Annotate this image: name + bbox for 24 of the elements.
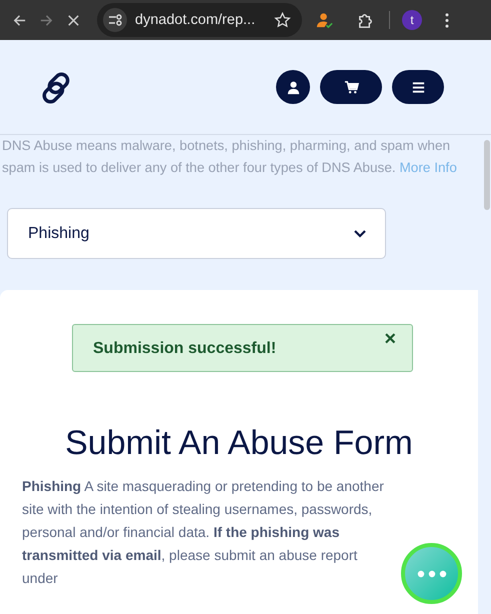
- scrollbar-thumb[interactable]: [484, 140, 490, 210]
- account-button[interactable]: [276, 70, 310, 104]
- close-button[interactable]: ×: [384, 329, 396, 349]
- user-icon: [286, 80, 300, 94]
- menu-button[interactable]: [392, 70, 444, 104]
- chevron-down-icon: [353, 228, 367, 238]
- description-paragraph: Phishing A site masquerading or pretending to be another site with the intention of stealing usernames, passwords, personal and/or financial data. If the phishing was transmitted via email, please submit an abuse report under: [22, 477, 385, 588]
- more-options-icon[interactable]: [445, 12, 449, 28]
- site-settings-icon[interactable]: [103, 8, 127, 32]
- abuse-type-dropdown[interactable]: Phishing: [7, 208, 386, 259]
- form-title: Submit An Abuse Form: [64, 424, 414, 463]
- intro-paragraph: DNS Abuse means malware, botnets, phishing, pharming, and spam when spam is used to deliver any of the other four types of DNS Abuse. More Info: [1, 137, 458, 177]
- url-text: dynadot.com/rep...: [135, 12, 256, 28]
- cart-button[interactable]: [320, 70, 382, 104]
- bookmark-star-icon[interactable]: [273, 10, 292, 30]
- menu-icon: [410, 80, 426, 94]
- cart-icon: [344, 80, 358, 94]
- profile-avatar[interactable]: t: [402, 10, 422, 30]
- stop-loading-icon[interactable]: [66, 12, 81, 28]
- ellipsis-icon: [416, 570, 446, 578]
- alert-message: Submission successful!: [93, 340, 278, 358]
- back-icon[interactable]: [12, 12, 27, 28]
- address-bar[interactable]: dynadot.com/rep...: [97, 3, 302, 37]
- person-check-icon[interactable]: [315, 10, 334, 30]
